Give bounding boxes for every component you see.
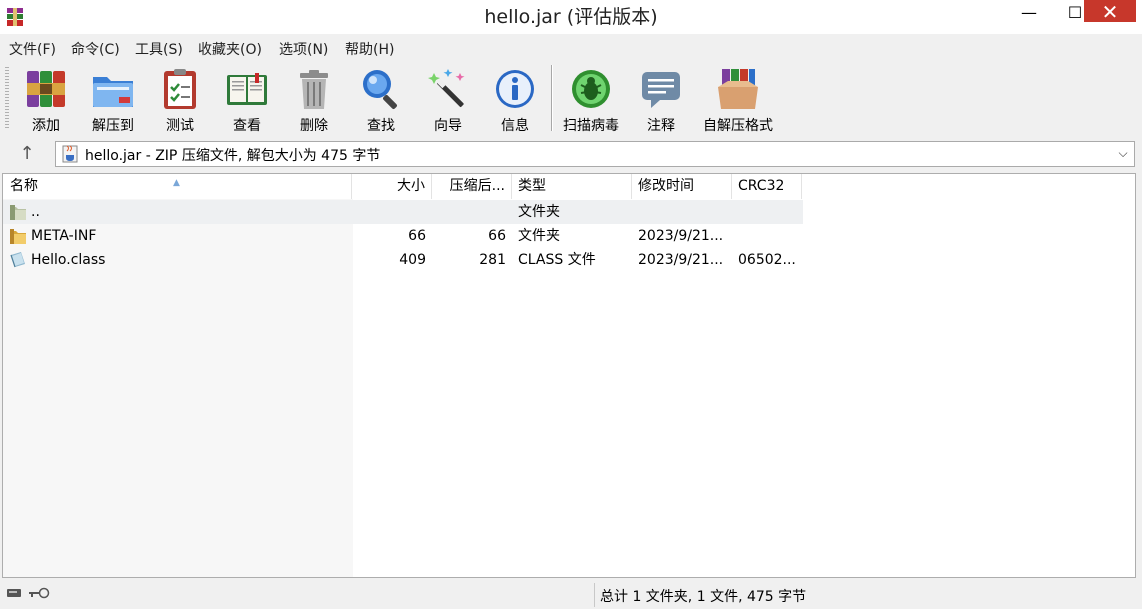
row-type: 文件夹: [518, 228, 560, 244]
table-row[interactable]: Hello.class 409 281 CLASS 文件 2023/9/21..…: [3, 248, 803, 272]
comment-button[interactable]: 注释: [627, 65, 695, 135]
close-button[interactable]: ✕: [1084, 0, 1136, 24]
row-size: 66: [408, 228, 426, 244]
sfx-button[interactable]: 自解压格式: [703, 65, 773, 135]
column-header-row: 名称 ▲ 大小 压缩后... 类型 修改时间 CRC32: [3, 174, 1135, 199]
drive-icon[interactable]: [7, 588, 21, 598]
trash-can-icon: [300, 70, 328, 109]
column-header-size[interactable]: 大小: [352, 174, 432, 199]
row-packed: [432, 200, 506, 224]
window-title: hello.jar (评估版本): [484, 6, 658, 28]
row-crc: [738, 224, 802, 248]
menu-favorites[interactable]: 收藏夹(O): [198, 39, 262, 59]
row-size: 409: [399, 252, 426, 268]
row-name: META-INF: [31, 228, 97, 244]
row-modified: 2023/9/21...: [638, 228, 724, 244]
row-packed: 66: [488, 228, 506, 244]
jar-file-icon: [62, 145, 78, 163]
books-add-icon: [27, 71, 65, 107]
address-text: hello.jar - ZIP 压缩文件, 解包大小为 475 字节: [85, 148, 381, 164]
sfx-box-icon: [718, 69, 758, 109]
menu-bar: 文件(F) 命令(C) 工具(S) 收藏夹(O) 选项(N) 帮助(H): [0, 36, 1142, 60]
sfx-label: 自解压格式: [703, 118, 773, 134]
up-folder-button[interactable]: ↑: [16, 142, 38, 166]
row-type: 文件夹: [518, 204, 560, 220]
virus-scan-button[interactable]: 扫描病毒: [557, 65, 625, 135]
row-size: [352, 200, 426, 224]
menu-help[interactable]: 帮助(H): [345, 39, 394, 59]
minimize-button[interactable]: —: [1006, 0, 1052, 28]
info-icon: [496, 70, 534, 108]
table-row[interactable]: .. 文件夹: [3, 200, 803, 224]
status-divider: [594, 583, 595, 607]
sort-ascending-icon: ▲: [173, 178, 180, 188]
file-icon: [10, 252, 25, 268]
column-header-name[interactable]: 名称 ▲: [3, 174, 352, 199]
row-type: CLASS 文件: [518, 252, 596, 268]
info-button[interactable]: 信息: [481, 65, 549, 135]
row-modified: [638, 200, 732, 224]
magic-wand-icon: [428, 69, 465, 108]
column-header-modified[interactable]: 修改时间: [632, 174, 732, 199]
info-label: 信息: [501, 118, 529, 134]
virus-scan-icon: [572, 70, 610, 108]
comment-label: 注释: [647, 118, 675, 134]
address-combobox[interactable]: hello.jar - ZIP 压缩文件, 解包大小为 475 字节 ⌵: [55, 141, 1135, 167]
clipboard-test-icon: [164, 69, 196, 109]
menu-file[interactable]: 文件(F): [9, 39, 56, 59]
title-bar: hello.jar (评估版本) — ☐ ✕: [0, 0, 1142, 34]
row-name: ..: [31, 204, 40, 220]
menu-commands[interactable]: 命令(C): [71, 39, 120, 59]
folder-extract-icon: [93, 77, 133, 107]
toolbar: 添加 解压到 测试 查看 删除 查找 向导 信息 扫描病毒 注释 自解压格式: [0, 61, 1142, 135]
comment-icon: [642, 72, 680, 108]
key-icon[interactable]: [28, 587, 50, 599]
column-header-type[interactable]: 类型: [512, 174, 632, 199]
menu-tools[interactable]: 工具(S): [135, 39, 183, 59]
row-packed: 281: [479, 252, 506, 268]
chevron-down-icon[interactable]: ⌵: [1116, 145, 1130, 161]
row-crc: [738, 200, 802, 224]
menu-options[interactable]: 选项(N): [279, 39, 328, 59]
row-modified: 2023/9/21...: [638, 252, 724, 268]
status-summary: 总计 1 文件夹, 1 文件, 475 字节: [600, 589, 807, 605]
magnifier-icon: [363, 70, 397, 109]
row-name: Hello.class: [31, 252, 106, 268]
column-header-name-label: 名称: [10, 178, 38, 194]
column-header-packed[interactable]: 压缩后...: [432, 174, 512, 199]
address-bar: ↑ hello.jar - ZIP 压缩文件, 解包大小为 475 字节 ⌵: [0, 138, 1142, 171]
parent-folder-icon: [10, 205, 26, 220]
status-bar: 总计 1 文件夹, 1 文件, 475 字节: [0, 581, 1142, 609]
book-view-icon: [227, 73, 267, 105]
column-header-crc[interactable]: CRC32: [732, 174, 802, 199]
row-crc: 06502...: [738, 252, 796, 268]
folder-icon: [10, 229, 26, 244]
file-list: 名称 ▲ 大小 压缩后... 类型 修改时间 CRC32 .. 文件夹 META…: [2, 173, 1136, 578]
table-row[interactable]: META-INF 66 66 文件夹 2023/9/21...: [3, 224, 803, 248]
